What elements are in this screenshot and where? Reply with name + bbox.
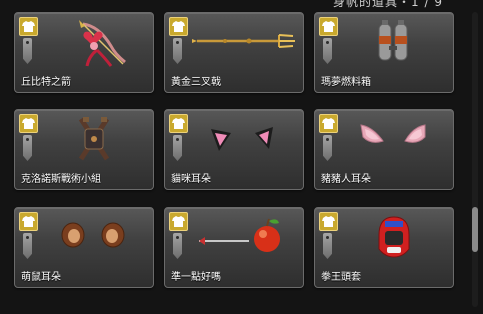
item-label: 萌鼠耳朵 xyxy=(21,272,61,283)
tag-icon xyxy=(173,38,182,64)
tactical-harness-icon xyxy=(78,117,110,161)
tag-icon xyxy=(23,38,32,64)
shirt-icon xyxy=(169,114,188,133)
shirt-icon xyxy=(19,17,38,36)
fuel-tank-icon xyxy=(378,20,408,61)
vertical-scrollbar[interactable] xyxy=(472,12,478,307)
item-label: 貓咪耳朵 xyxy=(171,174,211,185)
tag-icon xyxy=(323,135,332,161)
item-card-tactical-harness[interactable]: 克洛諾斯戰術小組 xyxy=(14,109,154,190)
shirt-icon xyxy=(19,114,38,133)
shirt-icon xyxy=(169,212,188,231)
item-label: 豬豬人耳朵 xyxy=(321,174,371,185)
item-card-cupid-arrow[interactable]: 丘比特之箭 xyxy=(14,12,154,93)
item-card-golden-trident[interactable]: 黃金三叉戟 xyxy=(164,12,304,93)
item-card-pig-ears[interactable]: 豬豬人耳朵 xyxy=(314,109,454,190)
tag-icon xyxy=(323,38,332,64)
shirt-icon xyxy=(319,114,338,133)
item-label: 克洛諾斯戰術小組 xyxy=(21,174,101,185)
tag-icon xyxy=(173,233,182,259)
cupid-bow-arrow-icon xyxy=(79,20,126,67)
item-label: 丘比特之箭 xyxy=(21,77,71,88)
shirt-icon xyxy=(319,17,338,36)
mouse-ears-icon xyxy=(61,222,125,248)
golden-trident-icon xyxy=(192,34,295,48)
inventory-header: 身帆的道具・1 / 9 xyxy=(0,0,483,10)
shirt-icon xyxy=(319,212,338,231)
tag-icon xyxy=(23,135,32,161)
item-card-fuel-tank[interactable]: 瑪夢燃料箱 xyxy=(314,12,454,93)
pig-ears-icon xyxy=(360,124,426,143)
item-label: 黃金三叉戟 xyxy=(171,77,221,88)
tag-icon xyxy=(173,135,182,161)
cat-ears-icon xyxy=(211,127,273,151)
item-card-arrow-apple[interactable]: 準一點好嗎 xyxy=(164,207,304,288)
scrollbar-thumb[interactable] xyxy=(472,207,478,252)
tag-icon xyxy=(323,233,332,259)
item-label: 瑪夢燃料箱 xyxy=(321,77,371,88)
shirt-icon xyxy=(19,212,38,231)
arrow-apple-icon xyxy=(199,218,280,252)
header-title: 身帆的道具・1 / 9 xyxy=(333,0,443,9)
item-label: 拳王頭套 xyxy=(321,272,361,283)
item-card-mouse-ears[interactable]: 萌鼠耳朵 xyxy=(14,207,154,288)
item-card-boxing-headgear[interactable]: 拳王頭套 xyxy=(314,207,454,288)
item-card-cat-ears[interactable]: 貓咪耳朵 xyxy=(164,109,304,190)
boxing-headgear-icon xyxy=(378,216,410,258)
shirt-icon xyxy=(169,17,188,36)
item-label: 準一點好嗎 xyxy=(171,272,221,283)
tag-icon xyxy=(23,233,32,259)
